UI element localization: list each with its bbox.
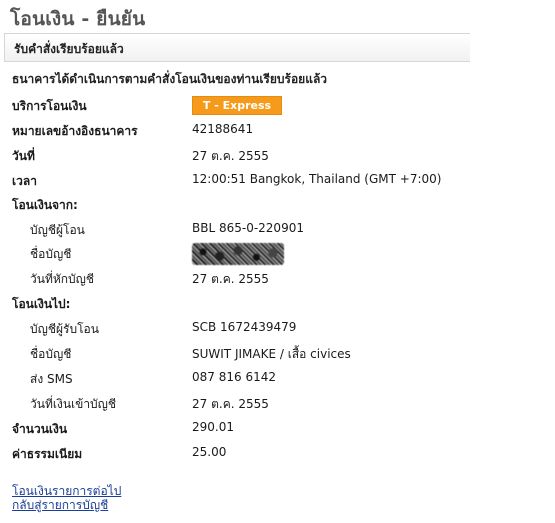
service-label: บริการโอนเงิน xyxy=(12,99,87,113)
reference-value: 42188641 xyxy=(192,122,254,136)
date-label: วันที่ xyxy=(12,149,35,163)
status-bar: รับคำสั่งเรียบร้อยแล้ว xyxy=(4,33,470,62)
credit-date-value: 27 ต.ค. 2555 xyxy=(192,397,269,411)
credit-date-label: วันที่เงินเข้าบัญชี xyxy=(30,397,117,411)
from-account-value: BBL 865-0-220901 xyxy=(192,221,304,235)
debit-date-value: 27 ต.ค. 2555 xyxy=(192,272,269,286)
sms-label: ส่ง SMS xyxy=(30,372,73,386)
amount-label: จำนวนเงิน xyxy=(12,422,68,436)
fee-label: ค่าธรรมเนียม xyxy=(12,447,83,461)
to-account-value: SCB 1672439479 xyxy=(192,320,297,334)
service-badge: T - Express xyxy=(192,96,282,115)
from-heading: โอนเงินจาก: xyxy=(12,198,78,212)
fee-value: 25.00 xyxy=(192,445,227,459)
page-title: โอนเงิน - ยืนยัน xyxy=(10,8,146,30)
debit-date-label: วันที่หักบัญชี xyxy=(30,272,95,286)
to-heading: โอนเงินไป: xyxy=(12,297,71,311)
redacted-account-name xyxy=(192,243,284,265)
status-text: รับคำสั่งเรียบร้อยแล้ว xyxy=(14,42,124,56)
to-name-value: SUWIT JIMAKE / เสื้อ civices xyxy=(192,347,351,361)
from-account-label: บัญชีผู้โอน xyxy=(30,223,85,237)
back-to-accounts-link[interactable]: กลับสู่รายการบัญชี xyxy=(12,496,108,515)
amount-value: 290.01 xyxy=(192,420,234,434)
time-label: เวลา xyxy=(12,174,37,188)
from-name-label: ชื่อบัญชี xyxy=(30,247,72,261)
date-value: 27 ต.ค. 2555 xyxy=(192,149,269,163)
to-account-label: บัญชีผู้รับโอน xyxy=(30,322,99,336)
to-name-label: ชื่อบัญชี xyxy=(30,347,72,361)
reference-label: หมายเลขอ้างอิงธนาคาร xyxy=(12,124,138,138)
confirmation-message: ธนาคารได้ดำเนินการตามคำสั่งโอนเงินของท่า… xyxy=(12,72,328,86)
time-value: 12:00:51 Bangkok, Thailand (GMT +7:00) xyxy=(192,172,442,186)
sms-value: 087 816 6142 xyxy=(192,370,276,384)
